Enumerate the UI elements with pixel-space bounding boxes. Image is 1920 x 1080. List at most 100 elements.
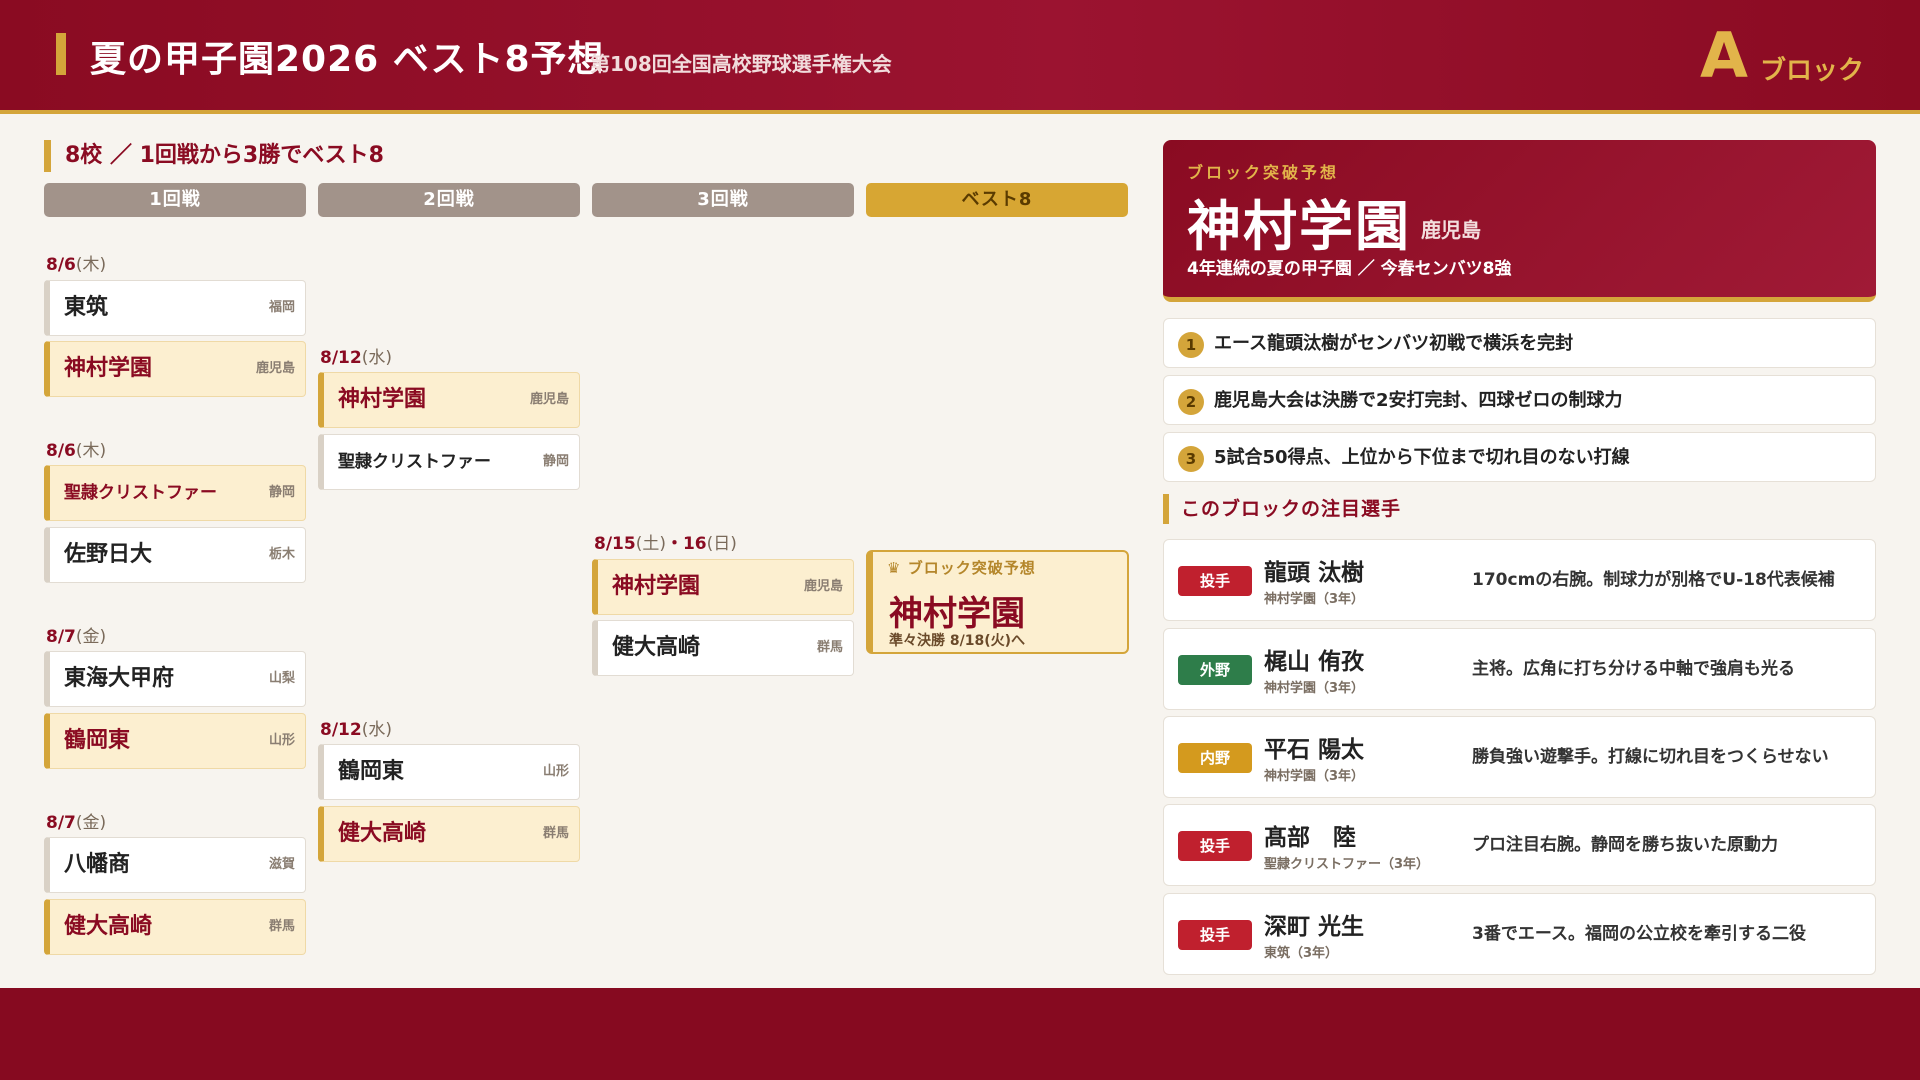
header: 夏の甲子園2026 ベスト8予想 第108回全国高校野球選手権大会 A ブロック — [0, 0, 1920, 114]
team-slot[interactable]: 佐野日大 栃木 — [44, 527, 306, 583]
point-text: 5試合50得点、上位から下位まで切れ目のない打線 — [1214, 447, 1630, 468]
team-prefecture: 山形 — [268, 733, 295, 748]
team-prefecture: 滋賀 — [268, 857, 295, 872]
team-name: 神村学園 — [64, 356, 153, 381]
player-card[interactable]: 投手 深町 光生 東筑（3年） 3番でエース。福岡の公立校を牽引する二役 — [1163, 893, 1876, 975]
team-slot[interactable]: 八幡商 滋賀 — [44, 837, 306, 893]
team-prefecture: 栃木 — [268, 547, 295, 562]
team-slot-winner[interactable]: 聖隷クリストファー 静岡 — [44, 465, 306, 521]
player-card[interactable]: 外野 梶山 侑孜 神村学園（3年） 主将。広角に打ち分ける中軸で強肩も光る — [1163, 628, 1876, 710]
team-name: 東海大甲府 — [64, 666, 175, 691]
player-team: 東筑（3年） — [1264, 946, 1339, 961]
round-tab-3[interactable]: 3回戦 — [592, 183, 854, 217]
team-slot[interactable]: 東筑 福岡 — [44, 280, 306, 336]
block-word: ブロック — [1760, 56, 1865, 86]
team-name: 佐野日大 — [64, 542, 153, 567]
page-subtitle: 第108回全国高校野球選手権大会 — [590, 52, 892, 76]
position-badge: 内野 — [1178, 743, 1252, 773]
bracket-section-title: 8校 ／ 1回戦から3勝でベスト8 — [44, 140, 384, 172]
match-date: 8/7(金) — [46, 813, 107, 833]
player-name: 龍頭 汰樹 — [1264, 560, 1365, 586]
match-date: 8/12(水) — [320, 348, 392, 368]
team-prefecture: 静岡 — [542, 454, 569, 469]
player-description: 3番でエース。福岡の公立校を牽引する二役 — [1472, 924, 1806, 944]
team-name: 八幡商 — [64, 852, 131, 877]
player-description: 主将。広角に打ち分ける中軸で強肩も光る — [1472, 659, 1795, 679]
team-name: 健大高崎 — [64, 914, 153, 939]
best8-pick-label: ♛ ブロック突破予想 — [887, 559, 1036, 577]
round-tab-2[interactable]: 2回戦 — [318, 183, 580, 217]
team-slot[interactable]: 健大高崎 群馬 — [592, 620, 854, 676]
team-slot[interactable]: 鶴岡東 山形 — [318, 744, 580, 800]
team-name: 健大高崎 — [338, 821, 427, 846]
page-title: 夏の甲子園2026 ベスト8予想 — [90, 39, 605, 80]
match-date: 8/7(金) — [46, 627, 107, 647]
player-name: 髙部 陸 — [1264, 825, 1356, 851]
match-date: 8/15(土)・16(日) — [594, 534, 737, 554]
prediction-prefecture: 鹿児島 — [1421, 218, 1481, 242]
match-date: 8/12(水) — [320, 720, 392, 740]
match-date: 8/6(木) — [46, 441, 107, 461]
player-card[interactable]: 投手 龍頭 汰樹 神村学園（3年） 170cmの右腕。制球力が別格でU-18代表… — [1163, 539, 1876, 621]
player-team: 聖隷クリストファー（3年） — [1264, 857, 1430, 872]
best8-next-match: 準々決勝 8/18(火)へ — [889, 633, 1026, 649]
player-card[interactable]: 内野 平石 陽太 神村学園（3年） 勝負強い遊撃手。打線に切れ目をつくらせない — [1163, 716, 1876, 798]
team-slot[interactable]: 聖隷クリストファー 静岡 — [318, 434, 580, 490]
player-name: 深町 光生 — [1264, 914, 1365, 940]
best8-pick-team: 神村学園 — [889, 594, 1025, 634]
team-slot[interactable]: 東海大甲府 山梨 — [44, 651, 306, 707]
crown-icon: ♛ — [887, 559, 902, 577]
team-name: 神村学園 — [612, 574, 701, 599]
point-number: 3 — [1178, 446, 1204, 472]
match-date: 8/6(木) — [46, 255, 107, 275]
position-badge: 投手 — [1178, 566, 1252, 596]
team-slot-winner[interactable]: 健大高崎 群馬 — [44, 899, 306, 955]
best8-pick-box[interactable]: ♛ ブロック突破予想 神村学園 準々決勝 8/18(火)へ — [866, 550, 1129, 654]
header-accent-bar — [56, 33, 66, 75]
point-text: 鹿児島大会は決勝で2安打完封、四球ゼロの制球力 — [1214, 390, 1623, 411]
team-slot-winner[interactable]: 神村学園 鹿児島 — [592, 559, 854, 615]
prediction-note: 4年連続の夏の甲子園 ／ 今春センバツ8強 — [1187, 259, 1512, 279]
position-badge: 外野 — [1178, 655, 1252, 685]
prediction-school: 神村学園 — [1187, 195, 1411, 258]
team-prefecture: 鹿児島 — [255, 361, 295, 376]
team-name: 鶴岡東 — [338, 759, 405, 784]
team-prefecture: 静岡 — [268, 485, 295, 500]
team-slot-winner[interactable]: 神村学園 鹿児島 — [318, 372, 580, 428]
team-name: 聖隷クリストファー — [338, 452, 491, 472]
position-badge: 投手 — [1178, 831, 1252, 861]
round-tab-best8[interactable]: ベスト8 — [866, 183, 1128, 217]
team-slot-winner[interactable]: 神村学園 鹿児島 — [44, 341, 306, 397]
point-number: 1 — [1178, 332, 1204, 358]
team-name: 聖隷クリストファー — [64, 483, 217, 503]
team-slot-winner[interactable]: 鶴岡東 山形 — [44, 713, 306, 769]
prediction-card: ブロック突破予想 神村学園 鹿児島 4年連続の夏の甲子園 ／ 今春センバツ8強 — [1163, 140, 1876, 302]
player-team: 神村学園（3年） — [1264, 769, 1365, 784]
key-point: 2 鹿児島大会は決勝で2安打完封、四球ゼロの制球力 — [1163, 375, 1876, 425]
team-name: 神村学園 — [338, 387, 427, 412]
point-number: 2 — [1178, 389, 1204, 415]
team-prefecture: 鹿児島 — [803, 579, 843, 594]
team-prefecture: 福岡 — [268, 300, 295, 315]
player-name: 梶山 侑孜 — [1264, 649, 1365, 675]
point-text: エース龍頭汰樹がセンバツ初戦で横浜を完封 — [1214, 333, 1574, 354]
footer-band — [0, 988, 1920, 1080]
team-name: 東筑 — [64, 295, 109, 320]
player-card[interactable]: 投手 髙部 陸 聖隷クリストファー（3年） プロ注目右腕。静岡を勝ち抜いた原動力 — [1163, 804, 1876, 886]
block-letter: A — [1700, 19, 1748, 92]
prediction-label: ブロック突破予想 — [1187, 163, 1340, 182]
player-description: プロ注目右腕。静岡を勝ち抜いた原動力 — [1472, 835, 1778, 855]
key-point: 1 エース龍頭汰樹がセンバツ初戦で横浜を完封 — [1163, 318, 1876, 368]
team-prefecture: 群馬 — [542, 826, 569, 841]
team-name: 健大高崎 — [612, 635, 701, 660]
team-prefecture: 山梨 — [268, 671, 295, 686]
round-tab-1[interactable]: 1回戦 — [44, 183, 306, 217]
team-prefecture: 鹿児島 — [529, 392, 569, 407]
player-name: 平石 陽太 — [1264, 737, 1365, 763]
team-prefecture: 群馬 — [268, 919, 295, 934]
key-point: 3 5試合50得点、上位から下位まで切れ目のない打線 — [1163, 432, 1876, 482]
player-team: 神村学園（3年） — [1264, 592, 1365, 607]
team-slot-winner[interactable]: 健大高崎 群馬 — [318, 806, 580, 862]
player-description: 170cmの右腕。制球力が別格でU-18代表候補 — [1472, 570, 1835, 590]
player-team: 神村学園（3年） — [1264, 681, 1365, 696]
